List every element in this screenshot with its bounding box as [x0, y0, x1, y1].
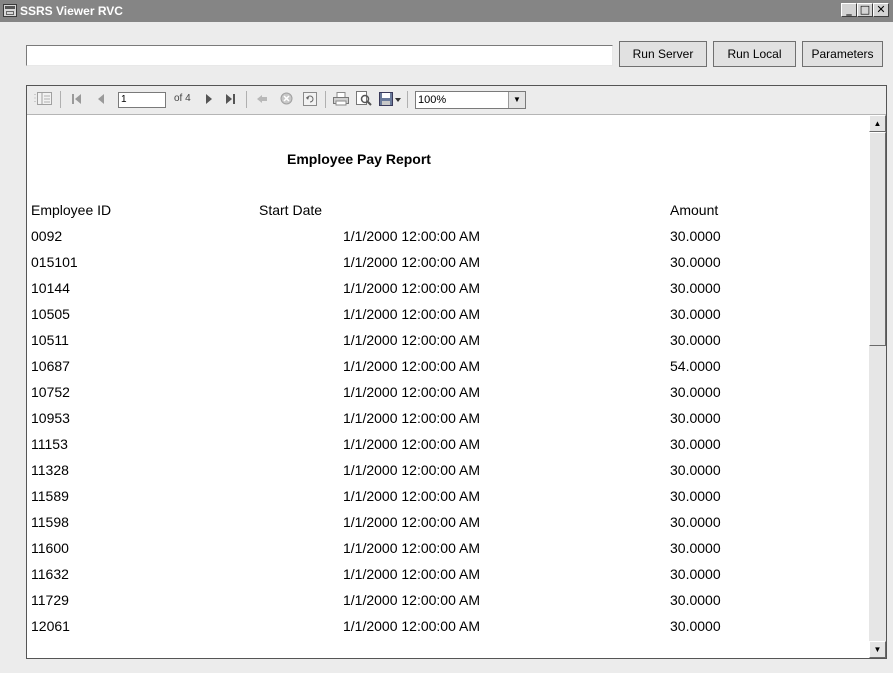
cell-start-date: 1/1/2000 12:00:00 AM — [343, 618, 480, 634]
print-icon[interactable] — [333, 91, 349, 107]
cell-amount: 30.0000 — [670, 384, 721, 400]
column-header-amount: Amount — [670, 202, 719, 218]
minimize-button[interactable]: _ — [841, 3, 857, 17]
column-header-employee-id: Employee ID — [31, 202, 112, 218]
report-toolbar: ⋮ 1 of 4 100% ▼ — [27, 86, 886, 115]
cell-employee-id: 11598 — [31, 514, 69, 530]
current-page-input[interactable]: 1 — [118, 92, 166, 108]
refresh-icon[interactable] — [303, 91, 317, 107]
cell-amount: 30.0000 — [670, 410, 721, 426]
cell-amount: 30.0000 — [670, 618, 721, 634]
cell-employee-id: 11589 — [31, 488, 69, 504]
cell-employee-id: 10144 — [31, 280, 70, 296]
cell-amount: 30.0000 — [670, 332, 721, 348]
cell-amount: 30.0000 — [670, 514, 721, 530]
cell-start-date: 1/1/2000 12:00:00 AM — [343, 306, 480, 322]
page-count-label: of 4 — [174, 93, 191, 104]
cell-employee-id: 11600 — [31, 540, 69, 556]
cell-start-date: 1/1/2000 12:00:00 AM — [343, 254, 480, 270]
previous-page-icon[interactable] — [97, 91, 105, 107]
cell-amount: 30.0000 — [670, 540, 721, 556]
scroll-up-icon[interactable]: ▲ — [869, 115, 886, 132]
print-layout-icon[interactable] — [356, 91, 372, 107]
report-page: Employee Pay Report Employee ID Start Da… — [27, 115, 869, 658]
cell-start-date: 1/1/2000 12:00:00 AM — [343, 384, 480, 400]
cell-amount: 30.0000 — [670, 462, 721, 478]
parameters-button[interactable]: Parameters — [802, 41, 883, 67]
cell-amount: 30.0000 — [670, 280, 721, 296]
toolbar-separator — [407, 91, 408, 108]
cell-employee-id: 10687 — [31, 358, 70, 374]
run-server-button[interactable]: Run Server — [619, 41, 707, 67]
cell-amount: 30.0000 — [670, 436, 721, 452]
maximize-button[interactable]: □ — [857, 3, 873, 17]
cell-employee-id: 11153 — [31, 436, 68, 452]
cell-employee-id: 10752 — [31, 384, 70, 400]
cell-amount: 30.0000 — [670, 306, 721, 322]
title-bar: SSRS Viewer RVC _ □ ✕ — [0, 0, 893, 22]
cell-employee-id: 11632 — [31, 566, 69, 582]
vertical-scrollbar[interactable]: ▲ ▼ — [869, 115, 886, 658]
toolbar-separator — [246, 91, 247, 108]
report-viewer: ⋮ 1 of 4 100% ▼ Employee Pay Report Empl… — [26, 85, 887, 659]
next-page-icon[interactable] — [205, 91, 213, 107]
cell-amount: 30.0000 — [670, 228, 721, 244]
last-page-icon[interactable] — [225, 91, 237, 107]
close-button[interactable]: ✕ — [873, 3, 889, 17]
cell-start-date: 1/1/2000 12:00:00 AM — [343, 566, 480, 582]
scroll-down-icon[interactable]: ▼ — [869, 641, 886, 658]
cell-amount: 30.0000 — [670, 566, 721, 582]
cell-amount: 30.0000 — [670, 592, 721, 608]
toolbar-separator — [325, 91, 326, 108]
cell-start-date: 1/1/2000 12:00:00 AM — [343, 358, 480, 374]
window-title: SSRS Viewer RVC — [20, 4, 123, 18]
cell-employee-id: 12061 — [31, 618, 70, 634]
zoom-value: 100% — [418, 94, 447, 106]
cell-start-date: 1/1/2000 12:00:00 AM — [343, 332, 480, 348]
cell-start-date: 1/1/2000 12:00:00 AM — [343, 436, 480, 452]
cell-start-date: 1/1/2000 12:00:00 AM — [343, 462, 480, 478]
report-title: Employee Pay Report — [287, 151, 431, 167]
cell-employee-id: 11729 — [31, 592, 69, 608]
cell-start-date: 1/1/2000 12:00:00 AM — [343, 514, 480, 530]
run-local-button[interactable]: Run Local — [713, 41, 796, 67]
cell-employee-id: 0092 — [31, 228, 63, 244]
chevron-down-icon[interactable]: ▼ — [508, 92, 525, 108]
cell-amount: 30.0000 — [670, 488, 721, 504]
cell-start-date: 1/1/2000 12:00:00 AM — [343, 280, 480, 296]
cell-employee-id: 11328 — [31, 462, 69, 478]
cell-amount: 54.0000 — [670, 358, 721, 374]
cell-start-date: 1/1/2000 12:00:00 AM — [343, 592, 480, 608]
document-map-icon[interactable] — [37, 91, 52, 107]
export-icon[interactable] — [379, 91, 403, 107]
zoom-select[interactable]: 100% ▼ — [415, 91, 526, 109]
app-icon — [3, 4, 17, 17]
cell-employee-id: 10953 — [31, 410, 70, 426]
cell-amount: 30.0000 — [670, 254, 721, 270]
cell-employee-id: 015101 — [31, 254, 78, 270]
stop-icon[interactable] — [280, 91, 293, 107]
first-page-icon[interactable] — [71, 91, 83, 107]
scroll-thumb[interactable] — [869, 132, 886, 346]
cell-employee-id: 10505 — [31, 306, 70, 322]
cell-start-date: 1/1/2000 12:00:00 AM — [343, 488, 480, 504]
cell-start-date: 1/1/2000 12:00:00 AM — [343, 540, 480, 556]
toolbar-separator — [60, 91, 61, 108]
back-icon[interactable] — [256, 91, 268, 107]
report-path-input[interactable] — [26, 45, 613, 66]
column-header-start-date: Start Date — [259, 202, 323, 218]
cell-start-date: 1/1/2000 12:00:00 AM — [343, 410, 480, 426]
cell-employee-id: 10511 — [31, 332, 69, 348]
cell-start-date: 1/1/2000 12:00:00 AM — [343, 228, 480, 244]
